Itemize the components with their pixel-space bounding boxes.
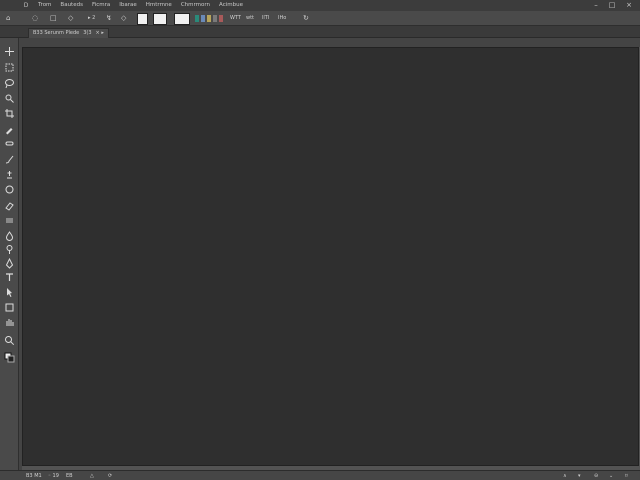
hand-icon[interactable] — [4, 317, 15, 328]
shape-icon[interactable] — [4, 302, 15, 313]
move-icon[interactable] — [4, 46, 15, 57]
panel-icon[interactable]: ⌑ — [625, 472, 628, 480]
eraser-icon[interactable] — [4, 200, 15, 211]
document-close-button[interactable]: × ▸ — [96, 29, 104, 38]
antialias-icon[interactable]: ↯ — [106, 13, 112, 23]
brush-icon[interactable] — [4, 154, 15, 165]
width-field[interactable] — [137, 13, 148, 25]
swatch[interactable] — [195, 15, 199, 22]
close-button[interactable]: × — [623, 1, 635, 10]
swatch[interactable] — [213, 15, 217, 22]
dodge-icon[interactable] — [4, 244, 15, 255]
clone-stamp-icon[interactable] — [4, 169, 15, 180]
preset-label[interactable]: llTI — [262, 13, 269, 23]
preset-label[interactable]: WTT — [230, 13, 241, 23]
status-doc-size: B3 M1 — [26, 473, 42, 479]
refresh-icon[interactable]: ⟳ — [108, 472, 112, 480]
canvas-workspace[interactable] — [22, 47, 639, 466]
menu-item[interactable]: Bauteds — [60, 2, 83, 9]
preset-label[interactable]: wtt — [246, 13, 254, 23]
maximize-button[interactable]: □ — [606, 1, 618, 10]
marquee-icon[interactable] — [4, 62, 15, 73]
document-tab-strip: B33 Serunm Plede 3(3 × ▸ — [0, 26, 640, 39]
status-info: ◦ 19 — [48, 473, 59, 479]
menu-item[interactable]: Ficmra — [92, 2, 110, 9]
options-bar: ⌂ ◌ □ ◇ ▸ 2 ↯ ◇ WTT wtt llTI IHo ↻ — [0, 11, 640, 26]
status-bar: B3 M1 ◦ 19 EB △ ⟳ ∧ ▾ ⊖ ⌄ ⌑ — [0, 470, 640, 480]
history-brush-icon[interactable] — [4, 184, 15, 195]
type-icon[interactable] — [4, 272, 15, 283]
resolution-field[interactable] — [174, 13, 190, 25]
collapse-icon[interactable]: ∧ — [563, 472, 567, 480]
swatch[interactable] — [207, 15, 211, 22]
swatch[interactable] — [201, 15, 205, 22]
pen-icon[interactable] — [4, 258, 15, 269]
document-title: B33 Serunm Plede — [33, 30, 80, 36]
menu-item[interactable]: Hmtrmne — [146, 2, 172, 9]
lasso-icon[interactable] — [4, 78, 15, 89]
selection-add-icon[interactable]: ◇ — [68, 13, 73, 23]
home-icon[interactable]: ⌂ — [6, 13, 10, 23]
toolbar — [0, 38, 19, 470]
height-field[interactable] — [153, 13, 167, 25]
menu-item[interactable]: Ibarae — [119, 2, 137, 9]
menu-bar: Trom Bauteds Ficmra Ibarae Hmtrmne Chmrm… — [38, 2, 243, 9]
tool-preset-icon[interactable]: ◌ — [32, 13, 38, 23]
dropdown-chevron-icon[interactable]: ↻ — [303, 13, 309, 23]
blur-icon[interactable] — [4, 231, 15, 242]
feather-field[interactable]: ▸ 2 — [88, 13, 95, 23]
minimize-button[interactable]: – — [590, 1, 602, 10]
gradient-icon[interactable] — [4, 215, 15, 226]
warning-icon[interactable]: △ — [90, 472, 94, 480]
selection-new-icon[interactable]: □ — [50, 13, 57, 23]
chevron-down-icon[interactable]: ▾ — [578, 472, 581, 480]
zoom-icon[interactable] — [4, 335, 15, 346]
menu-item[interactable]: Acimbue — [219, 2, 243, 9]
title-bar: D Trom Bauteds Ficmra Ibarae Hmtrmne Chm… — [0, 0, 640, 11]
menu-item[interactable]: Chmrmorn — [181, 2, 210, 9]
swatch[interactable] — [219, 15, 223, 22]
quick-select-icon[interactable] — [4, 93, 15, 104]
app-logo: D — [23, 2, 29, 9]
preset-label[interactable]: IHo — [278, 13, 286, 23]
foreground-color-icon[interactable] — [4, 352, 15, 363]
menu-item[interactable]: Trom — [38, 2, 51, 9]
healing-icon[interactable] — [4, 138, 15, 149]
expand-icon[interactable]: ⌄ — [609, 472, 613, 480]
zoom-out-icon[interactable]: ⊖ — [594, 472, 598, 480]
status-mode: EB — [66, 473, 73, 479]
path-select-icon[interactable] — [4, 287, 15, 298]
crop-icon[interactable] — [4, 108, 15, 119]
ruler-top — [19, 38, 640, 47]
document-zoom: 3(3 — [83, 30, 92, 36]
style-icon[interactable]: ◇ — [121, 13, 126, 23]
eyedropper-icon[interactable] — [4, 124, 15, 135]
